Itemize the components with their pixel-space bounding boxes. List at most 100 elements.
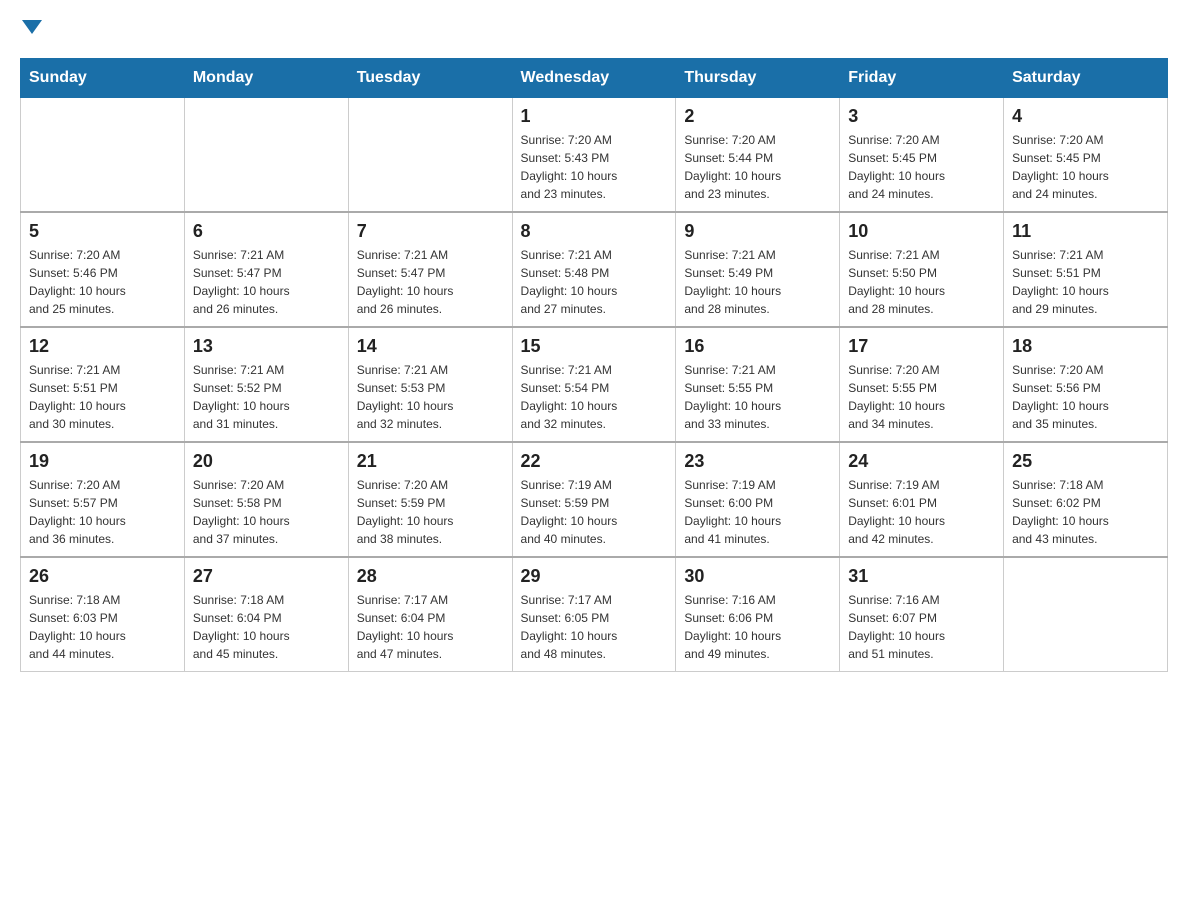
day-number: 25 bbox=[1012, 451, 1159, 472]
day-number: 13 bbox=[193, 336, 340, 357]
day-number: 29 bbox=[521, 566, 668, 587]
weekday-header-friday: Friday bbox=[840, 59, 1004, 98]
day-cell: 18 Sunrise: 7:20 AM Sunset: 5:56 PM Dayli… bbox=[1004, 327, 1168, 442]
day-number: 20 bbox=[193, 451, 340, 472]
day-info: Sunrise: 7:20 AM Sunset: 5:43 PM Dayligh… bbox=[521, 131, 668, 203]
day-number: 11 bbox=[1012, 221, 1159, 242]
day-info: Sunrise: 7:18 AM Sunset: 6:03 PM Dayligh… bbox=[29, 591, 176, 663]
day-info: Sunrise: 7:19 AM Sunset: 5:59 PM Dayligh… bbox=[521, 476, 668, 548]
day-cell: 22 Sunrise: 7:19 AM Sunset: 5:59 PM Dayli… bbox=[512, 442, 676, 557]
logo-triangle-icon bbox=[22, 20, 42, 34]
day-info: Sunrise: 7:19 AM Sunset: 6:00 PM Dayligh… bbox=[684, 476, 831, 548]
day-info: Sunrise: 7:20 AM Sunset: 5:56 PM Dayligh… bbox=[1012, 361, 1159, 433]
day-cell: 3 Sunrise: 7:20 AM Sunset: 5:45 PM Daylig… bbox=[840, 98, 1004, 213]
week-row-0: 1 Sunrise: 7:20 AM Sunset: 5:43 PM Daylig… bbox=[21, 98, 1168, 213]
day-number: 23 bbox=[684, 451, 831, 472]
day-info: Sunrise: 7:16 AM Sunset: 6:07 PM Dayligh… bbox=[848, 591, 995, 663]
day-number: 22 bbox=[521, 451, 668, 472]
day-info: Sunrise: 7:20 AM Sunset: 5:59 PM Dayligh… bbox=[357, 476, 504, 548]
day-cell: 27Sunrise: 7:18 AM Sunset: 6:04 PM Dayli… bbox=[184, 557, 348, 672]
day-info: Sunrise: 7:17 AM Sunset: 6:05 PM Dayligh… bbox=[521, 591, 668, 663]
day-number: 28 bbox=[357, 566, 504, 587]
day-info: Sunrise: 7:21 AM Sunset: 5:51 PM Dayligh… bbox=[29, 361, 176, 433]
day-info: Sunrise: 7:19 AM Sunset: 6:01 PM Dayligh… bbox=[848, 476, 995, 548]
weekday-header-tuesday: Tuesday bbox=[348, 59, 512, 98]
day-info: Sunrise: 7:20 AM Sunset: 5:45 PM Dayligh… bbox=[848, 131, 995, 203]
day-info: Sunrise: 7:21 AM Sunset: 5:51 PM Dayligh… bbox=[1012, 246, 1159, 318]
day-cell: 15 Sunrise: 7:21 AM Sunset: 5:54 PM Dayli… bbox=[512, 327, 676, 442]
day-info: Sunrise: 7:21 AM Sunset: 5:49 PM Dayligh… bbox=[684, 246, 831, 318]
day-cell: 21Sunrise: 7:20 AM Sunset: 5:59 PM Dayli… bbox=[348, 442, 512, 557]
day-cell: 14 Sunrise: 7:21 AM Sunset: 5:53 PM Dayli… bbox=[348, 327, 512, 442]
day-cell bbox=[184, 98, 348, 213]
day-cell: 2Sunrise: 7:20 AM Sunset: 5:44 PM Daylig… bbox=[676, 98, 840, 213]
day-info: Sunrise: 7:20 AM Sunset: 5:45 PM Dayligh… bbox=[1012, 131, 1159, 203]
day-number: 3 bbox=[848, 106, 995, 127]
day-number: 6 bbox=[193, 221, 340, 242]
day-number: 16 bbox=[684, 336, 831, 357]
day-number: 30 bbox=[684, 566, 831, 587]
logo bbox=[20, 20, 42, 38]
day-cell: 9 Sunrise: 7:21 AM Sunset: 5:49 PM Daylig… bbox=[676, 212, 840, 327]
day-number: 24 bbox=[848, 451, 995, 472]
day-cell: 10 Sunrise: 7:21 AM Sunset: 5:50 PM Dayli… bbox=[840, 212, 1004, 327]
week-row-4: 26 Sunrise: 7:18 AM Sunset: 6:03 PM Dayli… bbox=[21, 557, 1168, 672]
day-cell: 26 Sunrise: 7:18 AM Sunset: 6:03 PM Dayli… bbox=[21, 557, 185, 672]
day-cell: 1 Sunrise: 7:20 AM Sunset: 5:43 PM Daylig… bbox=[512, 98, 676, 213]
weekday-header-row: SundayMondayTuesdayWednesdayThursdayFrid… bbox=[21, 59, 1168, 98]
weekday-header-thursday: Thursday bbox=[676, 59, 840, 98]
day-info: Sunrise: 7:16 AM Sunset: 6:06 PM Dayligh… bbox=[684, 591, 831, 663]
day-number: 5 bbox=[29, 221, 176, 242]
day-number: 15 bbox=[521, 336, 668, 357]
day-info: Sunrise: 7:20 AM Sunset: 5:44 PM Dayligh… bbox=[684, 131, 831, 203]
day-number: 8 bbox=[521, 221, 668, 242]
day-cell: 29 Sunrise: 7:17 AM Sunset: 6:05 PM Dayli… bbox=[512, 557, 676, 672]
day-cell: 6 Sunrise: 7:21 AM Sunset: 5:47 PM Daylig… bbox=[184, 212, 348, 327]
day-cell: 5 Sunrise: 7:20 AM Sunset: 5:46 PM Daylig… bbox=[21, 212, 185, 327]
day-cell: 28 Sunrise: 7:17 AM Sunset: 6:04 PM Dayli… bbox=[348, 557, 512, 672]
day-number: 10 bbox=[848, 221, 995, 242]
day-info: Sunrise: 7:21 AM Sunset: 5:53 PM Dayligh… bbox=[357, 361, 504, 433]
day-cell: 7 Sunrise: 7:21 AM Sunset: 5:47 PM Daylig… bbox=[348, 212, 512, 327]
day-number: 19 bbox=[29, 451, 176, 472]
day-cell bbox=[1004, 557, 1168, 672]
day-info: Sunrise: 7:21 AM Sunset: 5:48 PM Dayligh… bbox=[521, 246, 668, 318]
day-number: 9 bbox=[684, 221, 831, 242]
day-info: Sunrise: 7:20 AM Sunset: 5:46 PM Dayligh… bbox=[29, 246, 176, 318]
weekday-header-saturday: Saturday bbox=[1004, 59, 1168, 98]
week-row-2: 12 Sunrise: 7:21 AM Sunset: 5:51 PM Dayli… bbox=[21, 327, 1168, 442]
day-cell: 17 Sunrise: 7:20 AM Sunset: 5:55 PM Dayli… bbox=[840, 327, 1004, 442]
day-info: Sunrise: 7:21 AM Sunset: 5:54 PM Dayligh… bbox=[521, 361, 668, 433]
day-info: Sunrise: 7:20 AM Sunset: 5:58 PM Dayligh… bbox=[193, 476, 340, 548]
day-info: Sunrise: 7:20 AM Sunset: 5:55 PM Dayligh… bbox=[848, 361, 995, 433]
day-info: Sunrise: 7:21 AM Sunset: 5:55 PM Dayligh… bbox=[684, 361, 831, 433]
day-cell: 13 Sunrise: 7:21 AM Sunset: 5:52 PM Dayli… bbox=[184, 327, 348, 442]
day-info: Sunrise: 7:21 AM Sunset: 5:50 PM Dayligh… bbox=[848, 246, 995, 318]
day-number: 17 bbox=[848, 336, 995, 357]
day-number: 26 bbox=[29, 566, 176, 587]
day-cell bbox=[21, 98, 185, 213]
day-info: Sunrise: 7:21 AM Sunset: 5:52 PM Dayligh… bbox=[193, 361, 340, 433]
day-info: Sunrise: 7:21 AM Sunset: 5:47 PM Dayligh… bbox=[193, 246, 340, 318]
day-cell: 11 Sunrise: 7:21 AM Sunset: 5:51 PM Dayli… bbox=[1004, 212, 1168, 327]
week-row-3: 19 Sunrise: 7:20 AM Sunset: 5:57 PM Dayli… bbox=[21, 442, 1168, 557]
week-row-1: 5 Sunrise: 7:20 AM Sunset: 5:46 PM Daylig… bbox=[21, 212, 1168, 327]
day-cell: 30 Sunrise: 7:16 AM Sunset: 6:06 PM Dayli… bbox=[676, 557, 840, 672]
day-info: Sunrise: 7:21 AM Sunset: 5:47 PM Dayligh… bbox=[357, 246, 504, 318]
day-cell: 23 Sunrise: 7:19 AM Sunset: 6:00 PM Dayli… bbox=[676, 442, 840, 557]
day-number: 14 bbox=[357, 336, 504, 357]
day-cell: 24 Sunrise: 7:19 AM Sunset: 6:01 PM Dayli… bbox=[840, 442, 1004, 557]
weekday-header-sunday: Sunday bbox=[21, 59, 185, 98]
day-number: 7 bbox=[357, 221, 504, 242]
day-cell: 4Sunrise: 7:20 AM Sunset: 5:45 PM Daylig… bbox=[1004, 98, 1168, 213]
day-number: 12 bbox=[29, 336, 176, 357]
day-info: Sunrise: 7:20 AM Sunset: 5:57 PM Dayligh… bbox=[29, 476, 176, 548]
weekday-header-monday: Monday bbox=[184, 59, 348, 98]
day-cell bbox=[348, 98, 512, 213]
day-number: 18 bbox=[1012, 336, 1159, 357]
day-info: Sunrise: 7:18 AM Sunset: 6:04 PM Dayligh… bbox=[193, 591, 340, 663]
day-info: Sunrise: 7:17 AM Sunset: 6:04 PM Dayligh… bbox=[357, 591, 504, 663]
day-number: 1 bbox=[521, 106, 668, 127]
weekday-header-wednesday: Wednesday bbox=[512, 59, 676, 98]
day-cell: 25Sunrise: 7:18 AM Sunset: 6:02 PM Dayli… bbox=[1004, 442, 1168, 557]
